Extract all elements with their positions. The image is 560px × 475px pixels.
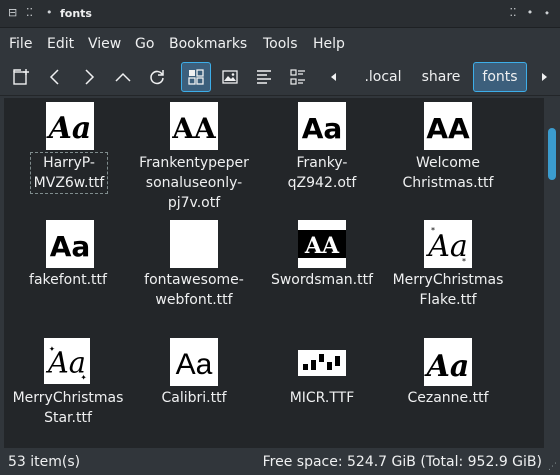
vertical-scrollbar[interactable] <box>546 98 558 448</box>
minimize-icon[interactable]: • <box>523 6 537 20</box>
font-thumbnail[interactable] <box>170 220 218 268</box>
resize-grip-icon[interactable]: ⋰ <box>548 462 557 472</box>
svg-text:AA: AA <box>304 233 340 259</box>
menu-go[interactable]: Go <box>135 36 154 52</box>
new-tab-icon <box>13 69 29 85</box>
scrollbar-thumb[interactable] <box>548 128 556 180</box>
font-thumbnail[interactable]: Aa <box>46 220 94 268</box>
svg-text:Aa: Aa <box>50 230 91 263</box>
back-button[interactable] <box>40 62 70 92</box>
file-label[interactable]: fontawesome-webfont.ttf <box>134 270 254 310</box>
breadcrumb-local[interactable]: .local <box>358 62 408 92</box>
breadcrumb-right-button[interactable] <box>532 62 556 92</box>
arrow-left-icon <box>331 73 336 81</box>
file-label[interactable]: Cezanne.ttf <box>398 388 498 408</box>
icons-view-icon <box>188 69 204 85</box>
icons-view-button[interactable] <box>181 62 211 92</box>
image-preview-icon <box>222 70 238 84</box>
up-button[interactable] <box>108 62 138 92</box>
font-thumbnail[interactable]: AA <box>298 220 346 268</box>
new-tab-button[interactable] <box>6 62 36 92</box>
file-label[interactable]: Franky-qZ942.otf <box>272 153 372 193</box>
menu-help[interactable]: Help <box>313 36 345 52</box>
forward-button[interactable] <box>74 62 104 92</box>
font-thumbnail[interactable]: Aa <box>170 338 218 386</box>
font-thumbnail[interactable]: Aa <box>298 102 346 150</box>
font-thumbnail[interactable] <box>298 350 346 376</box>
file-label[interactable]: Calibri.ttf <box>144 388 244 408</box>
compact-view-button[interactable] <box>249 62 279 92</box>
window-title: fonts <box>60 7 92 20</box>
menu-tools[interactable]: Tools <box>263 36 298 52</box>
svg-text:Aa: Aa <box>302 112 343 145</box>
svg-text:Aa: Aa <box>176 348 213 381</box>
pin-icon[interactable]: ⁚⁚ <box>26 7 33 19</box>
preview-button[interactable] <box>215 62 245 92</box>
svg-text:Aa: Aa <box>46 111 91 146</box>
menu-file[interactable]: File <box>9 36 32 52</box>
menu-bookmarks[interactable]: Bookmarks <box>169 36 247 52</box>
breadcrumb-fonts[interactable]: fonts <box>473 62 527 92</box>
svg-text:Aa: Aa <box>424 349 469 384</box>
svg-text:AA: AA <box>426 112 470 145</box>
forward-icon <box>85 69 95 85</box>
file-view[interactable]: Aa HarryP- MVZ6w.ttf AA Frankentypeper son… <box>4 98 544 448</box>
file-label[interactable]: HarryP- MVZ6w.ttf <box>30 152 108 194</box>
item-count: 53 item(s) <box>8 454 81 470</box>
file-label[interactable]: fakefont.ttf <box>16 270 120 290</box>
back-icon <box>49 69 59 85</box>
toolbar: .local share fonts <box>0 58 560 96</box>
font-thumbnail[interactable]: AA <box>170 102 218 150</box>
svg-text:✦: ✦ <box>49 344 56 353</box>
arrow-right-icon <box>542 73 547 81</box>
font-thumbnail[interactable]: Aa ✦ ✦ <box>44 338 90 384</box>
compact-view-icon <box>257 70 271 84</box>
font-thumbnail[interactable]: AA <box>424 102 472 150</box>
reload-icon <box>150 70 164 85</box>
svg-text:*: * <box>462 257 466 266</box>
svg-text:AA: AA <box>171 112 217 145</box>
details-view-icon <box>290 69 305 85</box>
file-label[interactable]: MICR.TTF <box>272 388 372 408</box>
font-thumbnail[interactable]: Aa <box>46 102 94 150</box>
title-bar: ⊟ ⁚⁚ • fonts ⁚⁚ • ⬩ <box>0 0 560 28</box>
menu-bar: File Edit View Go Bookmarks Tools Help <box>0 28 560 58</box>
svg-text:✦: ✦ <box>80 373 87 382</box>
file-label[interactable]: MerryChristmas Flake.ttf <box>386 270 510 310</box>
keep-above-icon[interactable]: ⁚⁚ <box>506 6 520 20</box>
dot-icon[interactable]: • <box>46 7 53 19</box>
menu-edit[interactable]: Edit <box>47 36 74 52</box>
free-space[interactable]: Free space: 524.7 GiB (Total: 952.9 GiB) <box>263 454 542 470</box>
reload-button[interactable] <box>142 62 172 92</box>
font-thumbnail[interactable]: Aa <box>424 338 472 386</box>
file-label[interactable]: Frankentypeper sonaluseonly-pj7v.otf <box>134 153 254 213</box>
breadcrumb-share[interactable]: share <box>414 62 468 92</box>
details-view-button[interactable] <box>283 62 313 92</box>
up-icon <box>115 72 131 82</box>
font-thumbnail[interactable]: Aa * * <box>424 220 472 268</box>
svg-text:*: * <box>431 226 435 235</box>
file-label[interactable]: MerryChristmas Star.ttf <box>6 388 130 428</box>
breadcrumb-left-button[interactable] <box>321 62 347 92</box>
file-label[interactable]: Swordsman.ttf <box>266 270 378 290</box>
maximize-icon[interactable]: ⬩ <box>540 6 554 20</box>
menu-view[interactable]: View <box>88 36 121 52</box>
status-bar: 53 item(s) Free space: 524.7 GiB (Total:… <box>0 450 560 475</box>
file-label[interactable]: Welcome Christmas.ttf <box>392 153 504 193</box>
window-menu-icon[interactable]: ⊟ <box>8 7 17 19</box>
